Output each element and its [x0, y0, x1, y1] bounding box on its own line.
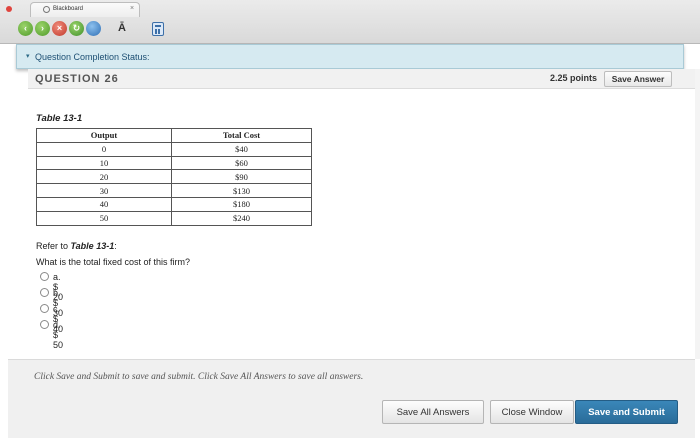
table-cell-output: 30 [36, 183, 172, 198]
tab-close-icon[interactable]: × [130, 5, 134, 12]
table-cell-output: 40 [36, 196, 172, 212]
status-label: Question Completion Status: [35, 52, 150, 62]
table-row: 0 $40 [36, 141, 312, 157]
forward-arrow-icon[interactable]: › [35, 21, 50, 36]
table-cell-output: 20 [36, 169, 172, 185]
radio-button[interactable] [40, 288, 49, 297]
column-header-total-cost: Total Cost [171, 128, 312, 143]
question-text: What is the total fixed cost of this fir… [36, 257, 191, 267]
radio-button[interactable] [40, 304, 49, 313]
table-cell-total-cost: $130 [171, 183, 312, 198]
option-label[interactable]: d. $ 50 [53, 320, 63, 350]
table-cell-total-cost: $60 [171, 155, 312, 171]
close-window-button[interactable]: Close Window [490, 400, 574, 424]
browser-tab[interactable]: Blackboard × [30, 2, 140, 17]
refer-to-text: Refer to Table 13-1: [36, 241, 117, 251]
tab-title: Blackboard [53, 6, 84, 12]
table-row: 20 $90 [36, 169, 312, 185]
question-points: 2.25 points [550, 73, 598, 83]
question-header: QUESTION 26 2.25 points Save Answer [28, 69, 695, 89]
save-answer-button[interactable]: Save Answer [604, 71, 672, 87]
table-cell-output: 50 [36, 210, 172, 226]
stop-icon[interactable]: × [52, 21, 67, 36]
table-cell-total-cost: $40 [171, 141, 312, 157]
table-row: 40 $180 [36, 196, 312, 212]
table-cell-total-cost: $240 [171, 210, 312, 226]
globe-favicon-icon [43, 6, 50, 13]
footer-instructions: Click Save and Submit to save and submit… [34, 372, 364, 382]
cost-table: Output Total Cost 0 $40 10 $60 20 $90 30… [36, 128, 312, 226]
table-row: 10 $60 [36, 155, 312, 171]
chevron-down-icon[interactable]: ▾ [26, 52, 30, 60]
table-caption: Table 13-1 [36, 113, 83, 124]
back-arrow-icon[interactable]: ‹ [18, 21, 33, 36]
save-and-submit-button[interactable]: Save and Submit [575, 400, 678, 424]
table-cell-total-cost: $90 [171, 169, 312, 185]
submission-footer: Click Save and Submit to save and submit… [8, 359, 695, 438]
browser-toolbar: ‹ › × ↻ Ā [0, 18, 700, 42]
globe-user-icon[interactable] [86, 21, 101, 36]
calculator-icon[interactable] [152, 22, 164, 36]
window-close-button[interactable] [6, 6, 12, 12]
scrollbar[interactable] [695, 69, 700, 359]
table-row: 50 $240 [36, 210, 312, 226]
question-title: QUESTION 26 [35, 73, 119, 85]
radio-button[interactable] [40, 320, 49, 329]
font-size-icon[interactable]: Ā [116, 21, 128, 36]
table-cell-output: 0 [36, 141, 172, 157]
refer-prefix: Refer to [36, 241, 71, 251]
save-all-answers-button[interactable]: Save All Answers [382, 400, 484, 424]
refer-suffix: : [114, 241, 117, 251]
table-cell-output: 10 [36, 155, 172, 171]
refresh-icon[interactable]: ↻ [69, 21, 84, 36]
refer-table-name: Table 13-1 [70, 241, 115, 251]
table-cell-total-cost: $180 [171, 196, 312, 212]
column-header-output: Output [36, 128, 172, 143]
table-row: 30 $130 [36, 183, 312, 198]
radio-button[interactable] [40, 272, 49, 281]
question-completion-status[interactable]: ▾ Question Completion Status: [16, 44, 684, 69]
table-header-row: Output Total Cost [36, 128, 312, 143]
browser-chrome: Blackboard × ‹ › × ↻ Ā [0, 0, 700, 44]
